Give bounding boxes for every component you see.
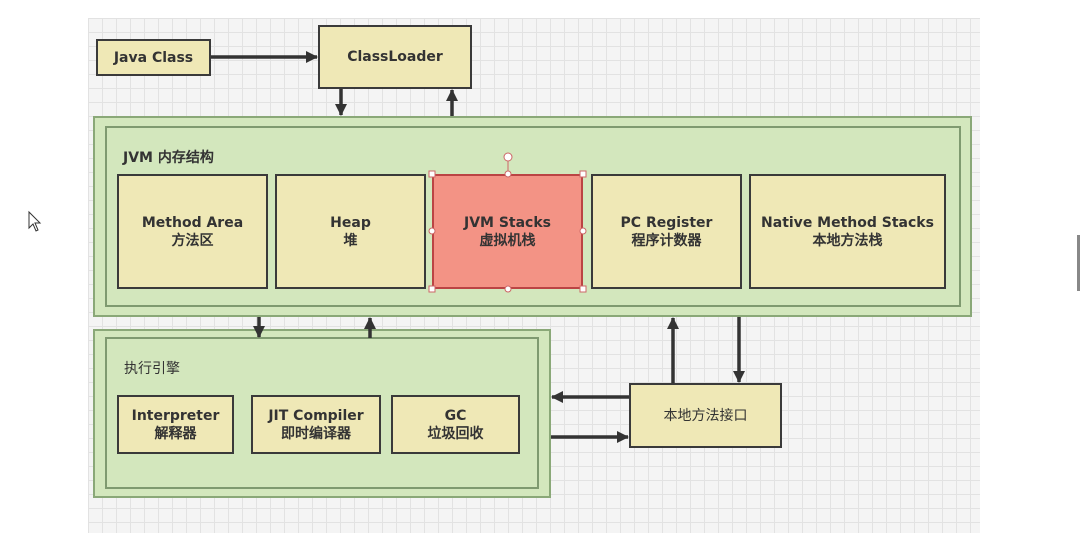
connectors xyxy=(28,51,1080,443)
mouse-cursor-icon xyxy=(28,210,42,232)
rotate-handle xyxy=(503,152,513,162)
selection-handles xyxy=(428,170,587,293)
